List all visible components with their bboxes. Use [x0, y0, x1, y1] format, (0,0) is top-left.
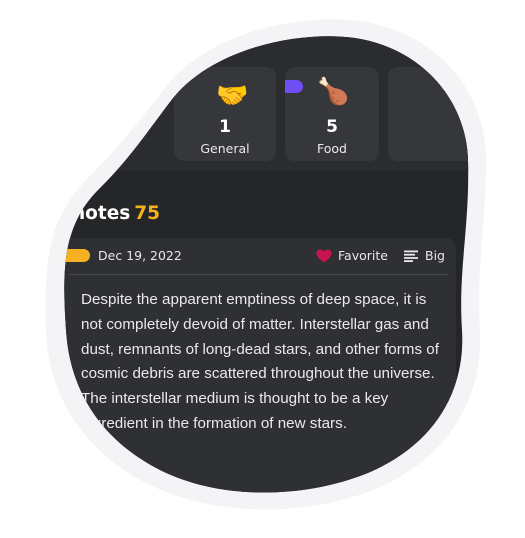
notes-heading: notes 75: [72, 203, 160, 224]
category-card-food[interactable]: 🍗 5 Food: [285, 67, 379, 161]
handshake-icon: 🤝: [216, 81, 249, 111]
category-count: 1: [219, 117, 231, 137]
heart-icon: [316, 249, 332, 263]
category-count: 5: [326, 117, 338, 137]
note-divider: [68, 274, 448, 275]
note-size-indicator[interactable]: Big: [404, 248, 445, 263]
category-color-tag: [285, 80, 303, 93]
size-label: Big: [425, 248, 445, 263]
notes-count: 75: [134, 203, 161, 224]
text-lines-icon: [404, 250, 419, 262]
note-body-text: Despite the apparent emptiness of deep s…: [81, 291, 439, 432]
category-label: General: [200, 141, 250, 156]
poultry-leg-icon: 🍗: [317, 77, 350, 107]
category-label: Food: [317, 141, 347, 156]
favorite-label: Favorite: [338, 248, 388, 263]
favorite-button[interactable]: Favorite: [316, 248, 388, 263]
note-date: Dec 19, 2022: [98, 248, 182, 263]
